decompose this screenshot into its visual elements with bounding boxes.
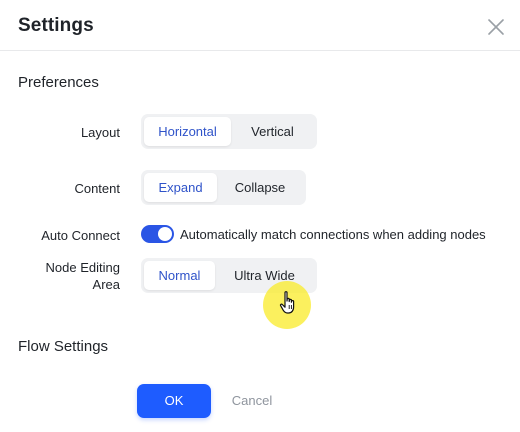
content-option-collapse[interactable]: Collapse <box>217 173 303 202</box>
ok-button[interactable]: OK <box>137 384 211 418</box>
content-label: Content <box>74 181 120 196</box>
cancel-button[interactable]: Cancel <box>222 384 282 418</box>
dialog-title: Settings <box>18 15 94 36</box>
node-editing-option-normal[interactable]: Normal <box>144 261 215 290</box>
settings-dialog: Settings Preferences Layout Horizontal V… <box>0 0 520 432</box>
toggle-knob <box>158 227 172 241</box>
auto-connect-description: Automatically match connections when add… <box>180 227 486 242</box>
dialog-header: Settings <box>0 0 520 51</box>
node-editing-area-label: Node Editing Area <box>0 259 120 293</box>
node-editing-area-label-line1: Node Editing <box>45 260 120 275</box>
content-option-expand[interactable]: Expand <box>144 173 217 202</box>
layout-option-vertical[interactable]: Vertical <box>231 117 314 146</box>
flow-settings-section-title: Flow Settings <box>18 338 109 355</box>
content-segmented-control: Expand Collapse <box>141 170 306 205</box>
layout-option-horizontal[interactable]: Horizontal <box>144 117 231 146</box>
node-editing-area-label-line2: Area <box>92 277 120 292</box>
layout-segmented-control: Horizontal Vertical <box>141 114 317 149</box>
close-icon[interactable] <box>486 17 506 37</box>
auto-connect-label: Auto Connect <box>41 228 120 243</box>
layout-label: Layout <box>80 125 120 140</box>
hand-pointer-icon <box>279 290 299 316</box>
preferences-section-title: Preferences <box>18 74 99 91</box>
auto-connect-toggle[interactable] <box>141 225 174 243</box>
